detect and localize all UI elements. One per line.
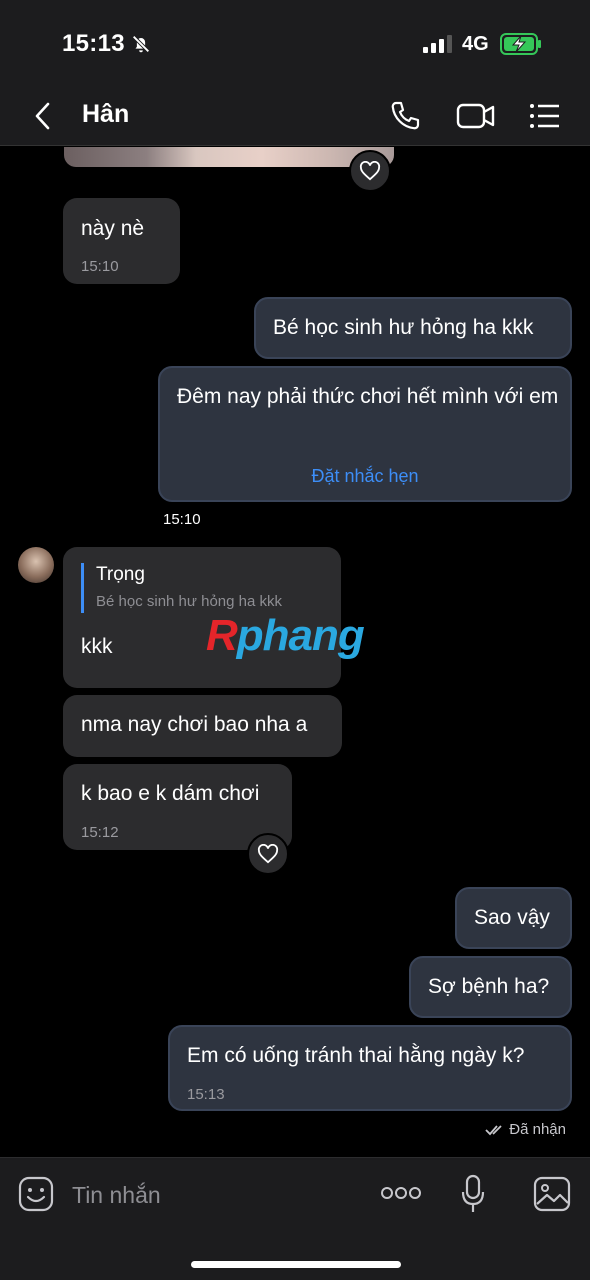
video-call-icon[interactable] [456, 99, 496, 133]
reply-quote[interactable]: Trọng Bé học sinh hư hỏng ha kkk [81, 563, 282, 613]
message-incoming[interactable]: nma nay chơi bao nha a [63, 695, 342, 757]
menu-list-icon[interactable] [527, 99, 563, 133]
status-bar: 15:13 4G [0, 0, 590, 86]
message-text: Em có uống tránh thai hằng ngày k? [187, 1044, 525, 1067]
back-arrow-icon[interactable] [32, 101, 54, 131]
contact-name[interactable]: Hân [82, 100, 129, 129]
delivery-status-text: Đã nhận [509, 1121, 566, 1138]
image-gallery-icon[interactable] [533, 1176, 571, 1212]
message-outgoing[interactable]: Em có uống tránh thai hằng ngày k? 15:13 [168, 1025, 572, 1111]
status-time: 15:13 [62, 30, 125, 57]
message-text: Đêm nay phải thức chơi hết mình với em [177, 385, 559, 408]
message-text: Sợ bệnh ha? [428, 975, 550, 998]
more-options-icon[interactable] [380, 1186, 422, 1200]
message-text: kkk [81, 635, 113, 658]
chat-header: Hân [0, 86, 590, 146]
reply-sender: Trọng [96, 564, 145, 585]
photo-message[interactable] [64, 147, 394, 167]
delivery-status: Đã nhận [485, 1121, 566, 1138]
heart-icon [257, 844, 279, 864]
message-time: 15:12 [81, 824, 119, 841]
message-outgoing[interactable]: Sao vậy [455, 887, 572, 949]
message-text: Sao vậy [474, 906, 550, 929]
message-text: k bao e k dám chơi [81, 782, 260, 805]
message-time: 15:13 [187, 1086, 225, 1103]
react-heart-button[interactable] [247, 833, 289, 875]
message-input-bar: Tin nhắn [0, 1157, 590, 1280]
message-time: 15:10 [81, 258, 119, 275]
react-heart-button[interactable] [349, 150, 391, 192]
chat-messages[interactable]: này nè 15:10 Bé học sinh hư hỏng ha kkk … [0, 147, 590, 1157]
message-outgoing[interactable]: Đêm nay phải thức chơi hết mình với em Đ… [158, 366, 572, 502]
bell-muted-icon [132, 35, 150, 53]
avatar[interactable] [18, 547, 54, 583]
set-reminder-link[interactable]: Đặt nhắc hẹn [160, 462, 570, 490]
network-label: 4G [462, 33, 489, 55]
double-check-icon [485, 1125, 502, 1136]
message-incoming[interactable]: này nè 15:10 [63, 198, 180, 284]
watermark-logo: Rphang [206, 611, 365, 660]
message-text: Bé học sinh hư hỏng ha kkk [273, 316, 534, 339]
battery-charging-icon [500, 33, 541, 55]
reply-text: Bé học sinh hư hỏng ha kkk [96, 593, 282, 610]
microphone-icon[interactable] [461, 1174, 485, 1214]
message-outgoing[interactable]: Bé học sinh hư hỏng ha kkk [254, 297, 572, 359]
emoji-icon[interactable] [18, 1176, 54, 1212]
message-text: này nè [81, 217, 145, 240]
message-outgoing[interactable]: Sợ bệnh ha? [409, 956, 572, 1018]
message-time: 15:10 [163, 511, 201, 528]
heart-icon [359, 161, 381, 181]
message-text: nma nay chơi bao nha a [81, 713, 308, 736]
signal-icon [423, 35, 452, 53]
home-indicator[interactable] [191, 1261, 401, 1268]
message-input[interactable]: Tin nhắn [72, 1182, 161, 1209]
phone-call-icon[interactable] [388, 99, 424, 133]
